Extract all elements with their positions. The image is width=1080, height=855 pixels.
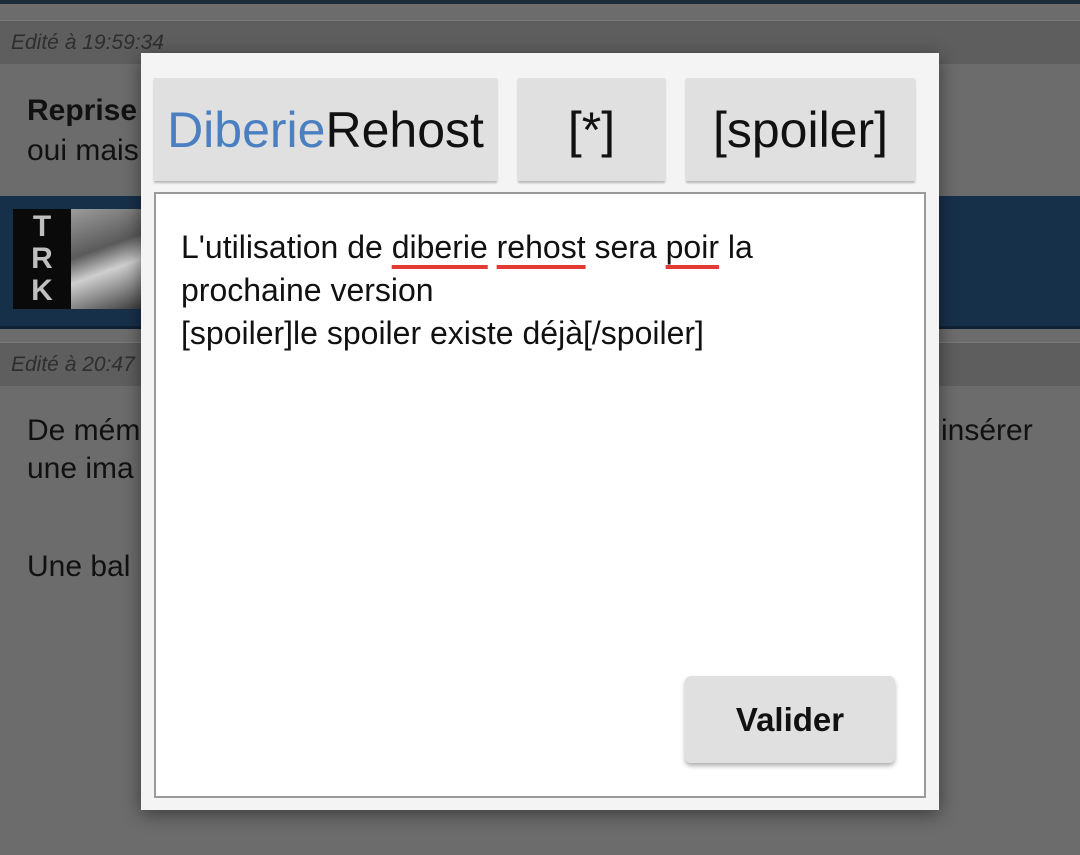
edit-dialog: Diberie Rehost [*] [spoiler] L'utilisatio… (141, 53, 939, 810)
message-textarea[interactable]: L'utilisation de diberie rehost sera poi… (154, 192, 926, 798)
misspelled-word: diberie (391, 229, 488, 265)
edit-note: Edité à 19:59:34 (11, 30, 164, 54)
diberie-rehost-button[interactable]: Diberie Rehost (154, 78, 497, 181)
edit-note: Edité à 20:47 (11, 352, 135, 376)
top-bar (0, 0, 1080, 4)
manga-art (71, 209, 141, 309)
signature-image: T R K (13, 209, 141, 309)
trk-logo: T R K (13, 209, 71, 309)
message-line: prochaine version (181, 272, 434, 308)
message-line: L'utilisation de diberie rehost sera poi… (181, 229, 753, 265)
misspelled-word: poir (665, 229, 719, 265)
spoiler-button[interactable]: [spoiler] (686, 78, 915, 181)
post-text-line: Une bal (27, 550, 131, 583)
quote-text: oui mais (27, 134, 139, 167)
post-text-line: insérer (941, 414, 1033, 447)
quote-title: Reprise (27, 94, 138, 127)
message-line: [spoiler]le spoiler existe déjà[/spoiler… (181, 315, 704, 351)
message-content: L'utilisation de diberie rehost sera poi… (181, 226, 901, 355)
post-text-line: une ima (27, 452, 134, 485)
list-item-button[interactable]: [*] (518, 78, 665, 181)
submit-button[interactable]: Valider (685, 676, 895, 763)
misspelled-word: rehost (496, 229, 586, 265)
post-text-line: De mém (27, 414, 141, 447)
